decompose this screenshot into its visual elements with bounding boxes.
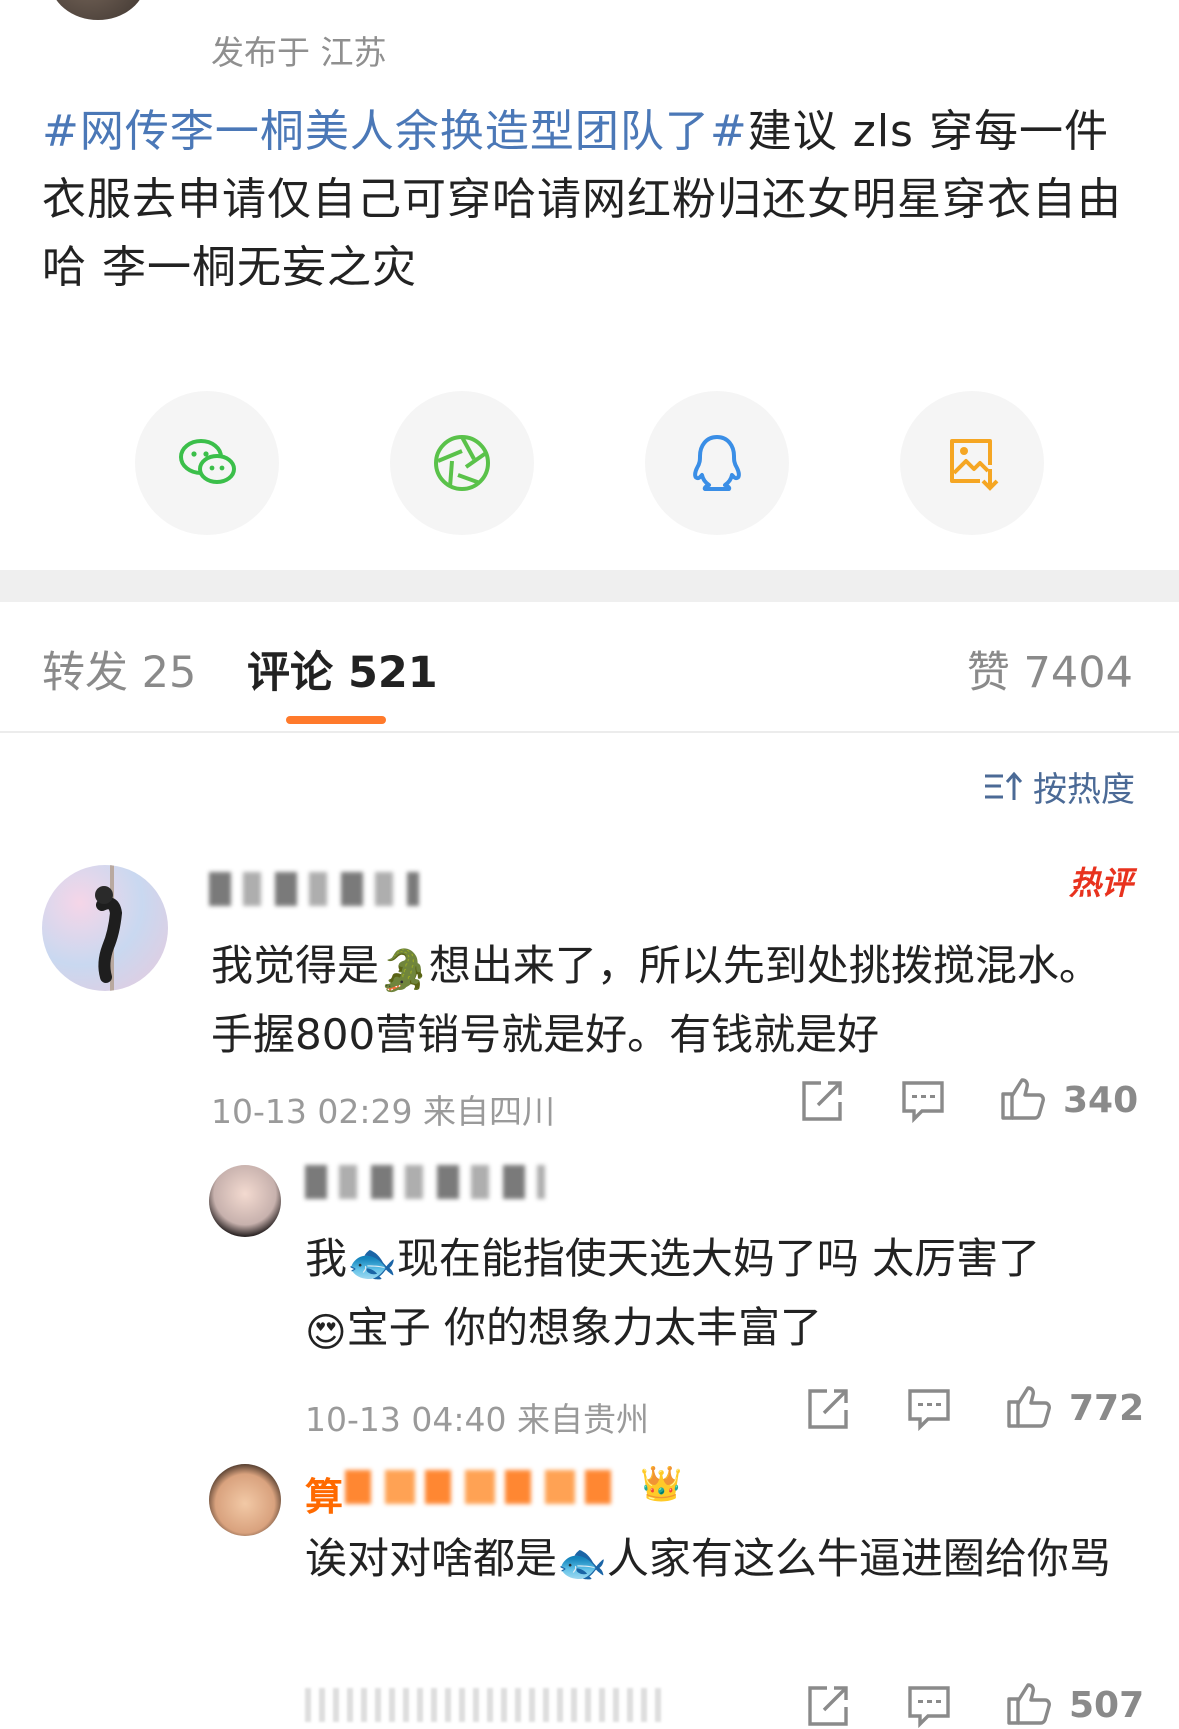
share-qq-button[interactable] xyxy=(645,391,789,535)
comment-time-redacted xyxy=(305,1688,665,1722)
commenter-name-redacted[interactable] xyxy=(209,872,419,906)
reply-comment-icon[interactable] xyxy=(906,1683,952,1729)
like-count: 340 xyxy=(1063,1080,1139,1121)
sort-button[interactable]: 按热度 xyxy=(983,762,1135,811)
author-avatar[interactable] xyxy=(50,0,146,20)
commenter-name-redacted[interactable] xyxy=(305,1165,545,1199)
like-count: 772 xyxy=(1069,1388,1145,1429)
post-meta-cropped xyxy=(208,0,808,2)
sort-icon xyxy=(985,771,1023,800)
section-divider xyxy=(0,570,1179,602)
crocodile-emoji: 🐊 xyxy=(379,948,429,994)
tabs-divider xyxy=(0,731,1179,733)
share-comment-icon[interactable] xyxy=(805,1683,851,1729)
post-body: #网传李一桐美人余换造型团队了#建议 zls 穿每一件衣服去申请仅自己可穿哈请网… xyxy=(42,98,1152,302)
wechat-icon xyxy=(179,439,236,484)
comment-text: 诶对对啥都是🐟人家有这么牛逼进圈给你骂 xyxy=(305,1527,1145,1596)
comment-text: 我觉得是🐊想出来了，所以先到处挑拨搅混水。手握800营销号就是好。有钱就是好 xyxy=(211,941,1101,1059)
tab-likes[interactable]: 赞 7404 xyxy=(967,638,1133,700)
topic-link[interactable]: #网传李一桐美人余换造型团队了# xyxy=(42,106,748,157)
share-wechat-button[interactable] xyxy=(135,391,279,535)
hot-comment-badge: 热评 xyxy=(1068,864,1133,902)
reply-comment-icon[interactable] xyxy=(900,1078,946,1124)
tab-repost[interactable]: 转发 25 xyxy=(42,638,196,700)
qq-icon xyxy=(693,435,741,491)
like-icon[interactable] xyxy=(1006,1680,1052,1726)
moments-icon xyxy=(434,435,490,491)
post-location: 发布于 江苏 xyxy=(211,33,387,72)
comment-time: 10-13 04:40 来自贵州 xyxy=(305,1400,649,1439)
share-comment-icon[interactable] xyxy=(805,1386,851,1432)
comment-time: 10-13 02:29 来自四川 xyxy=(211,1092,555,1131)
sort-label: 按热度 xyxy=(1033,770,1135,810)
comment-text: 我🐟现在能指使天选大妈了吗 太厉害了 😍宝子 你的想象力太丰富了 xyxy=(305,1227,1135,1365)
commenter-avatar[interactable] xyxy=(209,1165,281,1237)
fish-emoji: 🐟 xyxy=(347,1241,397,1287)
fish-emoji: 🐟 xyxy=(557,1541,607,1587)
vip-crown-icon: 👑 xyxy=(640,1464,683,1504)
like-icon[interactable] xyxy=(1000,1075,1046,1121)
active-tab-indicator xyxy=(286,716,386,724)
save-image-icon xyxy=(950,439,999,491)
commenter-name-redacted[interactable] xyxy=(345,1470,625,1504)
reply-comment-icon[interactable] xyxy=(906,1386,952,1432)
commenter-avatar[interactable] xyxy=(42,865,168,991)
commenter-name-prefix: 算 xyxy=(305,1475,344,1519)
save-image-button[interactable] xyxy=(900,391,1044,535)
share-comment-icon[interactable] xyxy=(799,1078,845,1124)
commenter-avatar[interactable] xyxy=(209,1464,281,1536)
avatar-photo xyxy=(95,865,123,991)
heart-eyes-emoji: 😍 xyxy=(305,1310,347,1356)
tab-comments[interactable]: 评论 521 xyxy=(247,638,438,700)
share-moments-button[interactable] xyxy=(390,391,534,535)
like-icon[interactable] xyxy=(1006,1383,1052,1429)
like-count: 507 xyxy=(1069,1685,1145,1726)
